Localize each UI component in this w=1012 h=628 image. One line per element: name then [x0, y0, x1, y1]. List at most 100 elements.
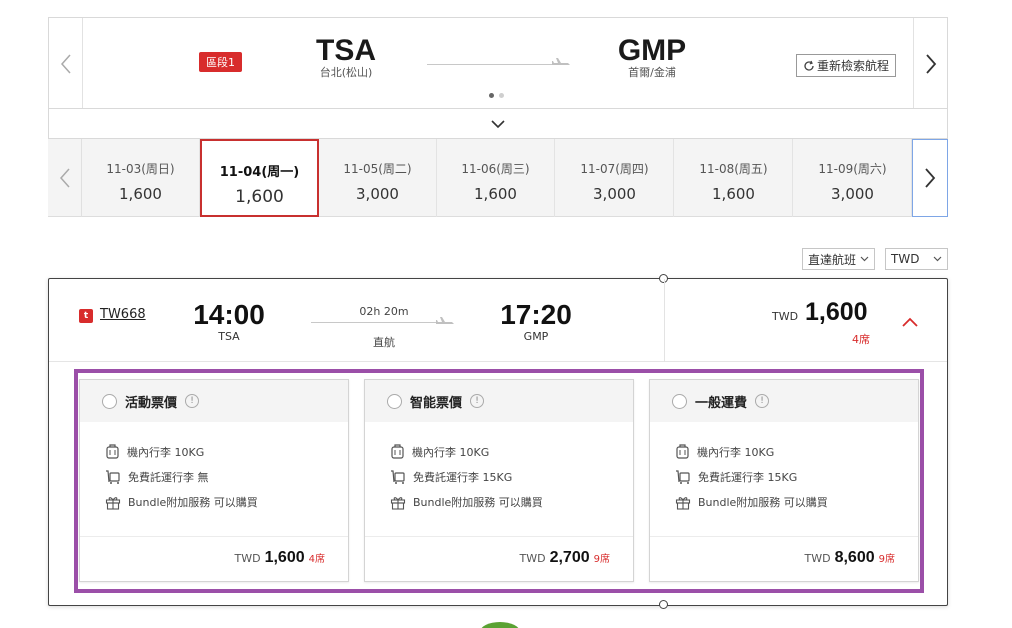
gift-icon — [105, 496, 121, 510]
info-icon[interactable]: ! — [185, 394, 200, 408]
date-cell[interactable]: 11-05(周二) 3,000 — [319, 139, 437, 217]
date-price: 1,600 — [712, 185, 755, 203]
date-next-button[interactable] — [912, 139, 948, 217]
airplane-icon — [436, 317, 454, 324]
fare-seats: 9席 — [878, 554, 895, 565]
date-price: 1,600 — [119, 185, 162, 203]
fare-footer: TWD 8,600 9席 — [650, 536, 918, 582]
fare-header: 智能票價 ! — [365, 380, 633, 422]
fare-radio[interactable] — [387, 393, 402, 409]
luggage-icon — [676, 444, 689, 459]
date-cell[interactable]: 11-03(周日) 1,600 — [82, 139, 200, 217]
info-icon[interactable]: ! — [470, 394, 485, 408]
fare-radio[interactable] — [672, 393, 687, 409]
fare-feature-text: Bundle附加服務 可以購買 — [128, 496, 258, 509]
date-price: 1,600 — [474, 185, 517, 203]
fare-feature-text: 免費託運行李 15KG — [413, 471, 513, 484]
fare-option[interactable]: 智能票價 ! 機內行李 10KG 免費託運行李 15KG Bundle附加服務 … — [364, 379, 634, 582]
expand-toggle[interactable] — [48, 108, 948, 139]
fare-header: 活動票價 ! — [80, 380, 348, 422]
route-next-button[interactable] — [913, 18, 947, 110]
card-notch — [659, 600, 668, 609]
floating-green-button[interactable] — [480, 622, 520, 628]
fare-price: TWD 8,600 9席 — [805, 549, 896, 567]
research-route-label: 重新檢索航程 — [817, 59, 890, 73]
fare-feature-text: Bundle附加服務 可以購買 — [413, 496, 543, 509]
origin-city: 台北(松山) — [319, 66, 373, 79]
collapse-button[interactable] — [901, 313, 919, 332]
route-line — [427, 64, 567, 65]
fare-header: 一般運費 ! — [650, 380, 918, 422]
checked-baggage-icon — [106, 470, 120, 484]
fare-feature: 機內行李 10KG — [675, 444, 774, 460]
fare-feature: 免費託運行李 15KG — [390, 469, 512, 485]
route-prev-button[interactable] — [49, 18, 83, 110]
fare-price-value: 8,600 — [834, 549, 875, 566]
date-label: 11-04(周一) — [219, 165, 300, 180]
info-icon[interactable]: ! — [755, 394, 770, 408]
fare-footer: TWD 2,700 9席 — [365, 536, 633, 582]
chevron-right-icon — [925, 54, 936, 74]
fare-option[interactable]: 活動票價 ! 機內行李 10KG 免費託運行李 無 Bundle附加服務 可以購… — [79, 379, 349, 582]
date-price: 3,000 — [593, 185, 636, 203]
date-cell[interactable]: 11-07(周四) 3,000 — [556, 139, 674, 217]
direct-flights-filter[interactable]: 直達航班 — [802, 248, 876, 270]
gift-icon — [675, 496, 691, 510]
fare-feature-text: 免費託運行李 無 — [128, 471, 209, 484]
research-route-button[interactable]: 重新檢索航程 — [796, 54, 897, 77]
luggage-icon — [106, 444, 119, 459]
checked-baggage-icon — [391, 470, 405, 484]
arrival-time: 17:20 — [500, 299, 572, 330]
origin-airport: TSA 台北(松山) — [311, 35, 381, 79]
date-label: 11-05(周二) — [343, 162, 412, 176]
date-price: 1,600 — [235, 187, 284, 207]
fare-feature: 免費託運行李 15KG — [675, 469, 797, 485]
fare-currency: TWD — [804, 552, 831, 565]
route-header: 區段1 TSA 台北(松山) GMP 首爾/金浦 重新檢索航程 — [48, 17, 948, 110]
flight-summary-row[interactable]: t TW668 14:00 TSA 02h 20m 直航 17:20 GMP T… — [49, 279, 947, 362]
chevron-down-icon — [933, 256, 942, 262]
fare-name: 智能票價 — [410, 395, 463, 411]
fare-feature-text: 機內行李 10KG — [697, 446, 775, 459]
fare-feature: 機內行李 10KG — [105, 444, 204, 460]
departure-info: 14:00 TSA — [189, 299, 269, 344]
price-currency: TWD — [772, 310, 799, 323]
refresh-icon — [804, 60, 814, 71]
fare-feature: 機內行李 10KG — [390, 444, 489, 460]
fare-name: 一般運費 — [695, 395, 748, 411]
chevron-left-icon — [60, 54, 71, 74]
fare-footer: TWD 1,600 4席 — [80, 536, 348, 582]
carousel-dot[interactable] — [499, 93, 504, 98]
chevron-right-icon — [925, 168, 936, 188]
date-strip: 11-03(周日) 1,600 11-04(周一) 1,600 11-05(周二… — [48, 139, 948, 217]
fare-option[interactable]: 一般運費 ! 機內行李 10KG 免費託運行李 15KG Bundle附加服務 … — [649, 379, 919, 582]
flight-number-link[interactable]: TW668 — [100, 307, 146, 322]
date-cell[interactable]: 11-09(周六) 3,000 — [794, 139, 912, 217]
fare-price: TWD 2,700 9席 — [520, 549, 611, 567]
currency-select[interactable]: TWD — [885, 248, 948, 270]
destination-city: 首爾/金浦 — [628, 66, 676, 79]
date-label: 11-08(周五) — [699, 162, 768, 176]
chevron-left-icon — [59, 168, 70, 188]
airplane-icon — [552, 58, 570, 65]
fare-feature-text: Bundle附加服務 可以購買 — [698, 496, 828, 509]
origin-code: TSA — [316, 34, 376, 67]
fare-price: TWD 1,600 4席 — [235, 549, 326, 567]
fare-seats: 4席 — [308, 554, 325, 565]
arrival-info: 17:20 GMP — [496, 299, 576, 344]
date-label: 11-03(周日) — [106, 162, 175, 176]
carousel-dot[interactable] — [489, 93, 494, 98]
date-cell[interactable]: 11-08(周五) 1,600 — [675, 139, 793, 217]
fare-radio[interactable] — [102, 393, 117, 409]
destination-airport: GMP 首爾/金浦 — [612, 35, 692, 79]
fare-feature-text: 免費託運行李 15KG — [698, 471, 798, 484]
date-cell-selected[interactable]: 11-04(周一) 1,600 — [200, 139, 319, 217]
fare-options-highlight: 活動票價 ! 機內行李 10KG 免費託運行李 無 Bundle附加服務 可以購… — [74, 369, 924, 593]
fare-feature-text: 機內行李 10KG — [127, 446, 205, 459]
chevron-down-icon — [860, 256, 869, 262]
date-prev-button[interactable] — [48, 139, 82, 217]
date-cell[interactable]: 11-06(周三) 1,600 — [437, 139, 555, 217]
fare-feature: Bundle附加服務 可以購買 — [390, 494, 543, 510]
departure-time: 14:00 — [193, 299, 265, 330]
flight-card: t TW668 14:00 TSA 02h 20m 直航 17:20 GMP T… — [48, 274, 948, 609]
